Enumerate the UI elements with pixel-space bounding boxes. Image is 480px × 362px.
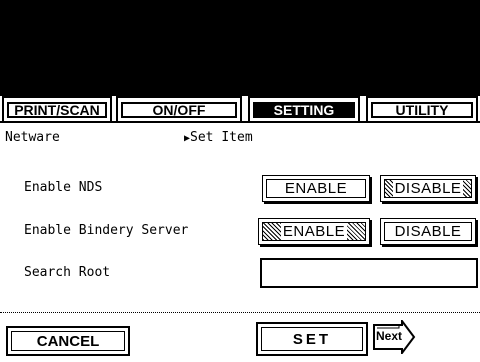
bindery-enable-label: ENABLE — [280, 223, 348, 240]
bindery-disable-label: DISABLE — [394, 223, 462, 240]
tab-on-off[interactable]: ON/OFF — [116, 96, 242, 122]
set-label: SET — [261, 327, 363, 351]
section-title: Netware — [5, 130, 60, 145]
tab-utility-label: UTILITY — [371, 102, 473, 118]
bindery-enable-button[interactable]: ENABLE — [258, 218, 370, 245]
tab-setting-label: SETTING — [253, 102, 355, 118]
next-button[interactable]: Next — [372, 318, 416, 356]
display-header-area — [0, 0, 480, 96]
tab-on-off-label: ON/OFF — [121, 102, 237, 118]
nds-enable-button[interactable]: ENABLE — [262, 175, 370, 202]
bindery-disable-button[interactable]: DISABLE — [380, 218, 476, 245]
nds-disable-button[interactable]: DISABLE — [380, 175, 476, 202]
enable-nds-label: Enable NDS — [24, 180, 103, 195]
tab-setting[interactable]: SETTING — [248, 96, 360, 122]
tab-utility[interactable]: UTILITY — [366, 96, 478, 122]
tab-print-scan[interactable]: PRINT/SCAN — [2, 96, 112, 122]
cancel-button[interactable]: CANCEL — [6, 326, 130, 356]
search-root-field[interactable] — [260, 258, 478, 288]
footer-divider — [0, 312, 480, 313]
breadcrumb: ▶Set Item — [184, 130, 253, 145]
next-label: Next — [376, 329, 403, 343]
cancel-label: CANCEL — [11, 331, 125, 351]
tab-print-scan-label: PRINT/SCAN — [7, 102, 107, 118]
search-root-label: Search Root — [24, 265, 111, 280]
nds-disable-label: DISABLE — [392, 180, 464, 197]
nds-enable-label: ENABLE — [284, 180, 348, 197]
set-button[interactable]: SET — [256, 322, 368, 356]
tab-bar-divider — [0, 121, 480, 123]
breadcrumb-label: Set Item — [190, 130, 253, 145]
enable-bindery-label: Enable Bindery Server — [24, 223, 189, 238]
